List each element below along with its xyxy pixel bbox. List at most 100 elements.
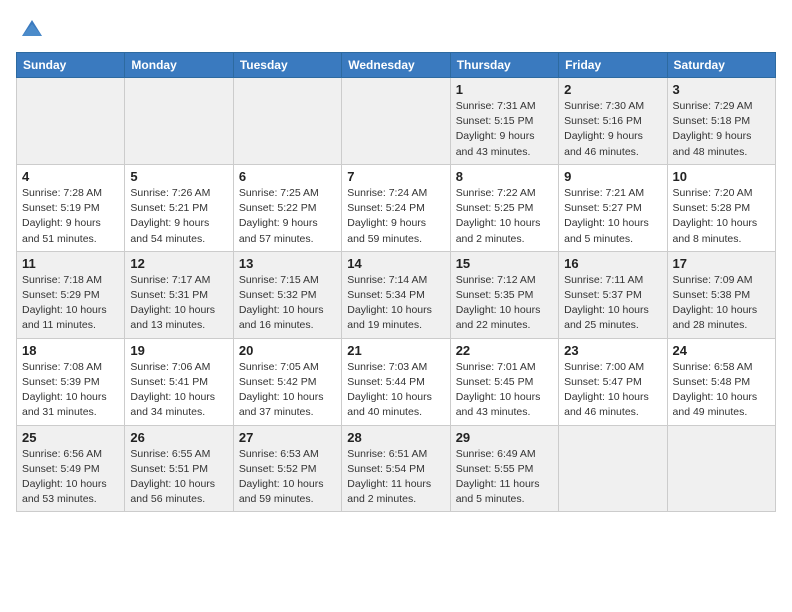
- day-number: 28: [347, 430, 444, 445]
- day-info: Sunrise: 7:08 AM Sunset: 5:39 PM Dayligh…: [22, 360, 119, 421]
- calendar-day-cell: [559, 425, 667, 512]
- day-number: 3: [673, 82, 770, 97]
- calendar-day-cell: 13 Sunrise: 7:15 AM Sunset: 5:32 PM Dayli…: [233, 251, 341, 338]
- day-info: Sunrise: 7:03 AM Sunset: 5:44 PM Dayligh…: [347, 360, 444, 421]
- day-info: Sunrise: 7:30 AM Sunset: 5:16 PM Dayligh…: [564, 99, 661, 160]
- calendar-day-cell: 16 Sunrise: 7:11 AM Sunset: 5:37 PM Dayli…: [559, 251, 667, 338]
- day-number: 16: [564, 256, 661, 271]
- calendar-day-cell: 9 Sunrise: 7:21 AM Sunset: 5:27 PM Daylig…: [559, 164, 667, 251]
- weekday-header-wednesday: Wednesday: [342, 53, 450, 78]
- day-number: 21: [347, 343, 444, 358]
- calendar-week-row: 25 Sunrise: 6:56 AM Sunset: 5:49 PM Dayli…: [17, 425, 776, 512]
- day-number: 26: [130, 430, 227, 445]
- day-info: Sunrise: 6:55 AM Sunset: 5:51 PM Dayligh…: [130, 447, 227, 508]
- calendar-day-cell: 21 Sunrise: 7:03 AM Sunset: 5:44 PM Dayli…: [342, 338, 450, 425]
- calendar-day-cell: [125, 78, 233, 165]
- day-info: Sunrise: 7:11 AM Sunset: 5:37 PM Dayligh…: [564, 273, 661, 334]
- day-number: 13: [239, 256, 336, 271]
- weekday-header-thursday: Thursday: [450, 53, 558, 78]
- day-number: 5: [130, 169, 227, 184]
- calendar-day-cell: 26 Sunrise: 6:55 AM Sunset: 5:51 PM Dayli…: [125, 425, 233, 512]
- day-info: Sunrise: 7:24 AM Sunset: 5:24 PM Dayligh…: [347, 186, 444, 247]
- calendar-day-cell: 18 Sunrise: 7:08 AM Sunset: 5:39 PM Dayli…: [17, 338, 125, 425]
- day-number: 9: [564, 169, 661, 184]
- day-number: 18: [22, 343, 119, 358]
- day-number: 22: [456, 343, 553, 358]
- weekday-header-saturday: Saturday: [667, 53, 775, 78]
- day-number: 19: [130, 343, 227, 358]
- calendar-day-cell: 5 Sunrise: 7:26 AM Sunset: 5:21 PM Daylig…: [125, 164, 233, 251]
- calendar-day-cell: 25 Sunrise: 6:56 AM Sunset: 5:49 PM Dayli…: [17, 425, 125, 512]
- calendar-day-cell: [667, 425, 775, 512]
- calendar-table: SundayMondayTuesdayWednesdayThursdayFrid…: [16, 52, 776, 512]
- day-info: Sunrise: 6:49 AM Sunset: 5:55 PM Dayligh…: [456, 447, 553, 508]
- calendar-day-cell: 1 Sunrise: 7:31 AM Sunset: 5:15 PM Daylig…: [450, 78, 558, 165]
- day-info: Sunrise: 7:05 AM Sunset: 5:42 PM Dayligh…: [239, 360, 336, 421]
- day-number: 14: [347, 256, 444, 271]
- calendar-day-cell: [17, 78, 125, 165]
- day-number: 12: [130, 256, 227, 271]
- day-number: 7: [347, 169, 444, 184]
- day-info: Sunrise: 7:01 AM Sunset: 5:45 PM Dayligh…: [456, 360, 553, 421]
- calendar-day-cell: 29 Sunrise: 6:49 AM Sunset: 5:55 PM Dayli…: [450, 425, 558, 512]
- calendar-day-cell: [233, 78, 341, 165]
- calendar-day-cell: 28 Sunrise: 6:51 AM Sunset: 5:54 PM Dayli…: [342, 425, 450, 512]
- calendar-day-cell: 15 Sunrise: 7:12 AM Sunset: 5:35 PM Dayli…: [450, 251, 558, 338]
- calendar-day-cell: 22 Sunrise: 7:01 AM Sunset: 5:45 PM Dayli…: [450, 338, 558, 425]
- day-number: 8: [456, 169, 553, 184]
- day-info: Sunrise: 7:31 AM Sunset: 5:15 PM Dayligh…: [456, 99, 553, 160]
- calendar-week-row: 18 Sunrise: 7:08 AM Sunset: 5:39 PM Dayli…: [17, 338, 776, 425]
- day-info: Sunrise: 6:56 AM Sunset: 5:49 PM Dayligh…: [22, 447, 119, 508]
- day-info: Sunrise: 7:22 AM Sunset: 5:25 PM Dayligh…: [456, 186, 553, 247]
- weekday-header-row: SundayMondayTuesdayWednesdayThursdayFrid…: [17, 53, 776, 78]
- calendar-day-cell: 27 Sunrise: 6:53 AM Sunset: 5:52 PM Dayli…: [233, 425, 341, 512]
- day-number: 1: [456, 82, 553, 97]
- calendar-day-cell: 14 Sunrise: 7:14 AM Sunset: 5:34 PM Dayli…: [342, 251, 450, 338]
- logo-icon: [18, 16, 46, 44]
- day-number: 6: [239, 169, 336, 184]
- day-number: 11: [22, 256, 119, 271]
- calendar-week-row: 1 Sunrise: 7:31 AM Sunset: 5:15 PM Daylig…: [17, 78, 776, 165]
- weekday-header-friday: Friday: [559, 53, 667, 78]
- day-info: Sunrise: 7:17 AM Sunset: 5:31 PM Dayligh…: [130, 273, 227, 334]
- day-number: 29: [456, 430, 553, 445]
- calendar-day-cell: 12 Sunrise: 7:17 AM Sunset: 5:31 PM Dayli…: [125, 251, 233, 338]
- calendar-week-row: 4Sunrise: 7:28 AM Sunset: 5:19 PM Daylig…: [17, 164, 776, 251]
- page-header: [16, 16, 776, 44]
- day-info: Sunrise: 7:15 AM Sunset: 5:32 PM Dayligh…: [239, 273, 336, 334]
- day-info: Sunrise: 7:12 AM Sunset: 5:35 PM Dayligh…: [456, 273, 553, 334]
- day-number: 24: [673, 343, 770, 358]
- weekday-header-tuesday: Tuesday: [233, 53, 341, 78]
- calendar-day-cell: 6Sunrise: 7:25 AM Sunset: 5:22 PM Daylig…: [233, 164, 341, 251]
- day-info: Sunrise: 6:53 AM Sunset: 5:52 PM Dayligh…: [239, 447, 336, 508]
- day-number: 10: [673, 169, 770, 184]
- calendar-day-cell: 23 Sunrise: 7:00 AM Sunset: 5:47 PM Dayli…: [559, 338, 667, 425]
- calendar-day-cell: 17 Sunrise: 7:09 AM Sunset: 5:38 PM Dayli…: [667, 251, 775, 338]
- logo: [16, 16, 46, 44]
- day-info: Sunrise: 7:00 AM Sunset: 5:47 PM Dayligh…: [564, 360, 661, 421]
- day-info: Sunrise: 7:26 AM Sunset: 5:21 PM Dayligh…: [130, 186, 227, 247]
- day-number: 27: [239, 430, 336, 445]
- weekday-header-sunday: Sunday: [17, 53, 125, 78]
- day-number: 17: [673, 256, 770, 271]
- calendar-day-cell: 19 Sunrise: 7:06 AM Sunset: 5:41 PM Dayli…: [125, 338, 233, 425]
- day-info: Sunrise: 7:21 AM Sunset: 5:27 PM Dayligh…: [564, 186, 661, 247]
- day-info: Sunrise: 7:18 AM Sunset: 5:29 PM Dayligh…: [22, 273, 119, 334]
- day-info: Sunrise: 7:14 AM Sunset: 5:34 PM Dayligh…: [347, 273, 444, 334]
- day-number: 25: [22, 430, 119, 445]
- calendar-day-cell: 4Sunrise: 7:28 AM Sunset: 5:19 PM Daylig…: [17, 164, 125, 251]
- day-number: 23: [564, 343, 661, 358]
- day-number: 2: [564, 82, 661, 97]
- calendar-day-cell: 3Sunrise: 7:29 AM Sunset: 5:18 PM Daylig…: [667, 78, 775, 165]
- day-info: Sunrise: 7:06 AM Sunset: 5:41 PM Dayligh…: [130, 360, 227, 421]
- calendar-day-cell: 10Sunrise: 7:20 AM Sunset: 5:28 PM Dayli…: [667, 164, 775, 251]
- calendar-day-cell: 8 Sunrise: 7:22 AM Sunset: 5:25 PM Daylig…: [450, 164, 558, 251]
- weekday-header-monday: Monday: [125, 53, 233, 78]
- day-number: 20: [239, 343, 336, 358]
- day-number: 15: [456, 256, 553, 271]
- day-number: 4: [22, 169, 119, 184]
- calendar-day-cell: [342, 78, 450, 165]
- day-info: Sunrise: 6:51 AM Sunset: 5:54 PM Dayligh…: [347, 447, 444, 508]
- calendar-day-cell: 20 Sunrise: 7:05 AM Sunset: 5:42 PM Dayli…: [233, 338, 341, 425]
- day-info: Sunrise: 7:09 AM Sunset: 5:38 PM Dayligh…: [673, 273, 770, 334]
